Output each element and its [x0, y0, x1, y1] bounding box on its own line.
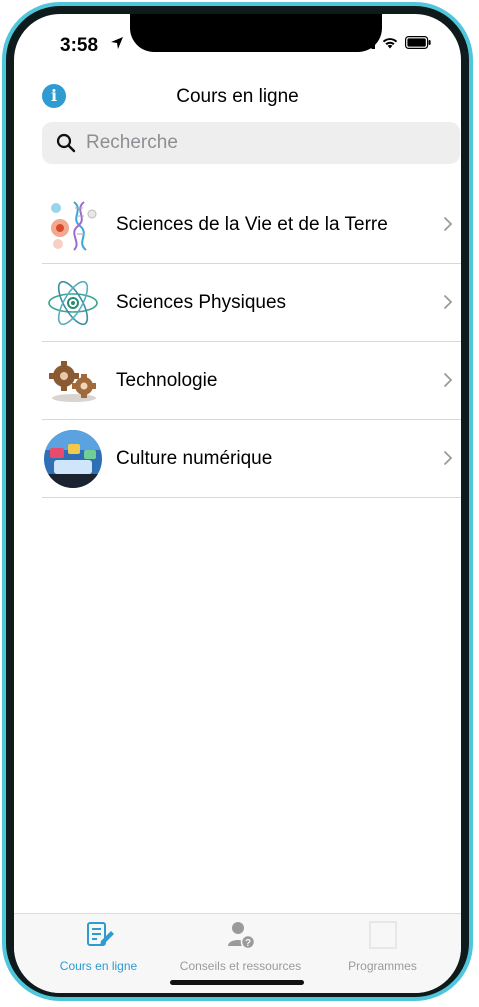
course-item-technologie[interactable]: Technologie [42, 342, 461, 420]
app-screen: 3:58 i Cours en ligne Recherche Sciences… [14, 14, 461, 993]
chevron-right-icon [443, 216, 453, 232]
search-input[interactable] [84, 131, 448, 155]
page-title: Cours en ligne [176, 86, 299, 107]
tab-conseils-et-ressources[interactable]: ? Conseils et ressources [166, 920, 315, 973]
edit-document-icon [86, 922, 114, 946]
battery-icon [405, 36, 431, 49]
programs-icon [368, 921, 397, 949]
tab-programmes[interactable]: Programmes [308, 920, 457, 973]
course-item-svt[interactable]: Sciences de la Vie et de la Terre [42, 186, 461, 264]
user-help-icon: ? [227, 922, 255, 950]
digital-culture-icon [44, 429, 102, 488]
course-label: Sciences Physiques [116, 291, 287, 313]
tab-label: Conseils et ressources [179, 959, 302, 973]
gears-icon [49, 360, 96, 402]
atom-icon [48, 280, 98, 325]
course-list: Sciences de la Vie et de la Terre Scienc… [42, 186, 461, 498]
notch [130, 14, 382, 52]
course-item-physique[interactable]: Sciences Physiques [42, 264, 461, 342]
status-indicators [355, 36, 431, 49]
tab-cours-en-ligne[interactable]: Cours en ligne [24, 920, 173, 973]
location-arrow-icon [111, 37, 123, 49]
home-indicator [170, 980, 304, 985]
course-item-culture-numerique[interactable]: Culture numérique [42, 420, 461, 498]
course-label: Sciences de la Vie et de la Terre [116, 213, 388, 235]
chevron-right-icon [443, 294, 453, 310]
search-icon [56, 133, 76, 153]
chevron-right-icon [443, 450, 453, 466]
svg-text:?: ? [244, 938, 250, 949]
signal-icon [355, 36, 375, 49]
course-label: Culture numérique [116, 447, 273, 469]
tab-label: Programmes [348, 959, 417, 973]
search-bar[interactable] [42, 122, 460, 164]
biology-dna-icon [51, 200, 97, 251]
status-time: 3:58 [60, 35, 99, 56]
tab-label: Cours en ligne [59, 959, 138, 973]
chevron-right-icon [443, 372, 453, 388]
wifi-icon [382, 38, 398, 49]
course-label: Technologie [116, 369, 218, 391]
